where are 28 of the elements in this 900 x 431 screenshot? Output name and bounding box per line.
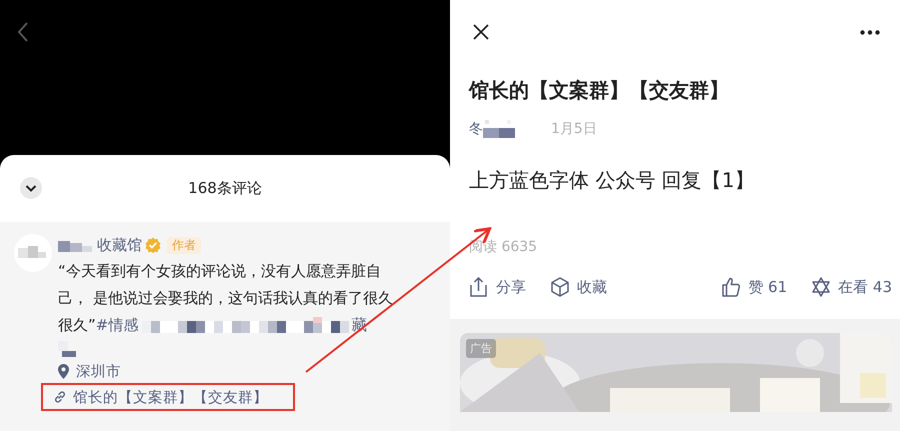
back-icon[interactable] [16, 21, 30, 43]
location-pin-icon [58, 364, 69, 378]
collect-button[interactable]: 收藏 [550, 277, 607, 297]
link-icon [53, 390, 67, 404]
author-name[interactable]: 冬 [469, 120, 483, 138]
more-icon[interactable] [860, 30, 880, 34]
article-text: 上方蓝色字体 公众号 回复【1】 [469, 167, 756, 194]
location-text: 深圳市 [76, 362, 121, 380]
article-title: 馆长的【文案群】【交友群】 [469, 77, 730, 104]
share-button[interactable]: 分享 [469, 277, 526, 297]
publish-date: 1月5日 [551, 120, 597, 138]
ad-badge: 广告 [466, 339, 496, 358]
author-badge: 作者 [167, 236, 201, 254]
comment-count: 168条评论 [188, 179, 262, 198]
share-icon [469, 277, 489, 297]
cube-icon [550, 277, 570, 297]
star-of-david-icon [811, 277, 832, 297]
author-name[interactable]: 收藏馆 [97, 236, 142, 254]
link-text[interactable]: 馆长的【文案群】【交友群】 [73, 388, 268, 406]
hashtag-text[interactable]: #情感 [96, 316, 138, 335]
like-button[interactable]: 赞 61 [721, 277, 788, 297]
close-icon[interactable] [473, 24, 489, 40]
comment-text: 很久” [58, 316, 96, 335]
thumbs-up-icon [721, 277, 742, 297]
comment-text: “今天看到有个女孩的评论说，没有人愿意弄脏自己， 是他说过会娶我的，这句话我认真的看了很久 [58, 261, 394, 309]
watching-button[interactable]: 在看 43 [811, 277, 892, 297]
blurred-name [483, 120, 517, 138]
collapse-icon[interactable] [20, 177, 42, 199]
